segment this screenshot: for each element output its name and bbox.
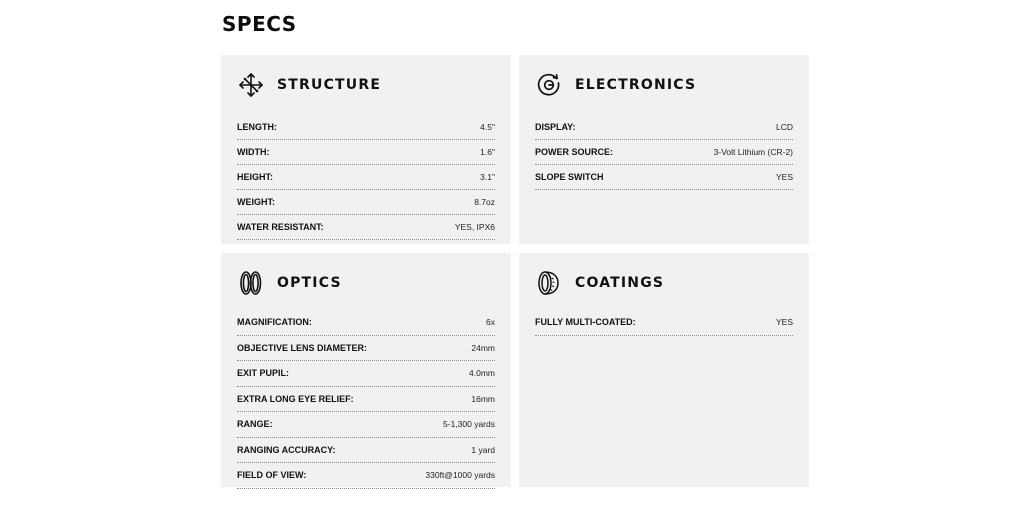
spec-value: YES [775,172,793,182]
spec-value: 4.5" [480,122,495,132]
spec-value: 16mm [471,393,495,404]
spec-row: POWER SOURCE: 3-Volt Lithium (CR-2) [535,140,793,165]
spec-value: YES, IPX6 [454,222,495,232]
spec-label: RANGE: [237,419,273,430]
spec-label: OBJECTIVE LENS DIAMETER: [237,342,368,353]
lens-rings-icon [237,269,265,297]
spec-row: EXIT PUPIL: 4.0mm [237,361,495,387]
spec-row: WIDTH: 1.6" [237,140,495,165]
spec-label: LENGTH: [237,122,277,132]
structure-title: STRUCTURE [277,77,382,93]
spec-value: YES [775,317,793,328]
spec-label: MAGNIFICATION: [237,317,312,328]
electronics-icon [535,71,563,99]
spec-value: 5-1,300 yards [443,419,495,430]
electronics-header: ELECTRONICS [535,70,793,100]
spec-value: 3.1" [480,172,495,182]
optics-panel: OPTICS MAGNIFICATION: 6x OBJECTIVE LENS D… [221,253,511,489]
spec-row: WEIGHT: 8.7oz [237,190,495,215]
electronics-panel: ELECTRONICS DISPLAY: LCD POWER SOURCE: 3-V… [519,55,809,244]
coatings-panel: COATINGS FULLY MULTI-COATED: YES [519,253,809,487]
coatings-title: COATINGS [575,275,665,291]
spec-label: EXTRA LONG EYE RELIEF: [237,393,354,404]
spec-value: LCD [775,122,793,132]
spec-value: 3-Volt Lithium (CR-2) [713,147,793,157]
spec-row: FULLY MULTI-COATED: YES [535,310,793,336]
spec-row: FIELD OF VIEW: 330ft@1000 yards [237,463,495,489]
spec-label: WIDTH: [237,147,270,157]
spec-value: 4.0mm [469,368,495,379]
spec-value: 1 yard [471,444,495,455]
spec-row: WATER RESISTANT: YES, IPX6 [237,215,495,240]
spec-row: EXTRA LONG EYE RELIEF: 16mm [237,387,495,412]
spec-label: EXIT PUPIL: [237,368,290,379]
spec-label: DISPLAY: [535,122,576,132]
coated-lens-icon [535,269,563,297]
spec-label: POWER SOURCE: [535,147,614,157]
spec-row: DISPLAY: LCD [535,115,793,140]
spec-row: SLOPE SWITCH YES [535,165,793,190]
spec-value: 6x [486,317,495,328]
spec-row: RANGING ACCURACY: 1 yard [237,438,495,463]
spec-value: 8.7oz [474,197,495,207]
spec-value: 24mm [471,342,495,353]
spec-label: FULLY MULTI-COATED: [535,317,636,328]
optics-title: OPTICS [277,275,342,291]
electronics-title: ELECTRONICS [575,77,697,93]
spec-row: MAGNIFICATION: 6x [237,310,495,336]
spec-value: 330ft@1000 yards [425,470,495,481]
page-title: SPECS [222,12,297,36]
spec-label: HEIGHT: [237,172,273,182]
structure-arrows-icon [237,71,265,99]
spec-row: HEIGHT: 3.1" [237,165,495,190]
spec-label: FIELD OF VIEW: [237,470,307,481]
structure-header: STRUCTURE [237,70,495,100]
spec-row: LENGTH: 4.5" [237,115,495,140]
spec-label: SLOPE SWITCH [535,172,604,182]
spec-row: RANGE: 5-1,300 yards [237,412,495,438]
spec-label: RANGING ACCURACY: [237,444,336,455]
optics-header: OPTICS [237,268,495,298]
spec-label: WATER RESISTANT: [237,222,324,232]
coatings-header: COATINGS [535,268,793,298]
spec-row: OBJECTIVE LENS DIAMETER: 24mm [237,336,495,361]
spec-label: WEIGHT: [237,197,275,207]
structure-panel: STRUCTURE LENGTH: 4.5" WIDTH: 1.6" HEIGHT:… [221,55,511,244]
spec-value: 1.6" [480,147,495,157]
